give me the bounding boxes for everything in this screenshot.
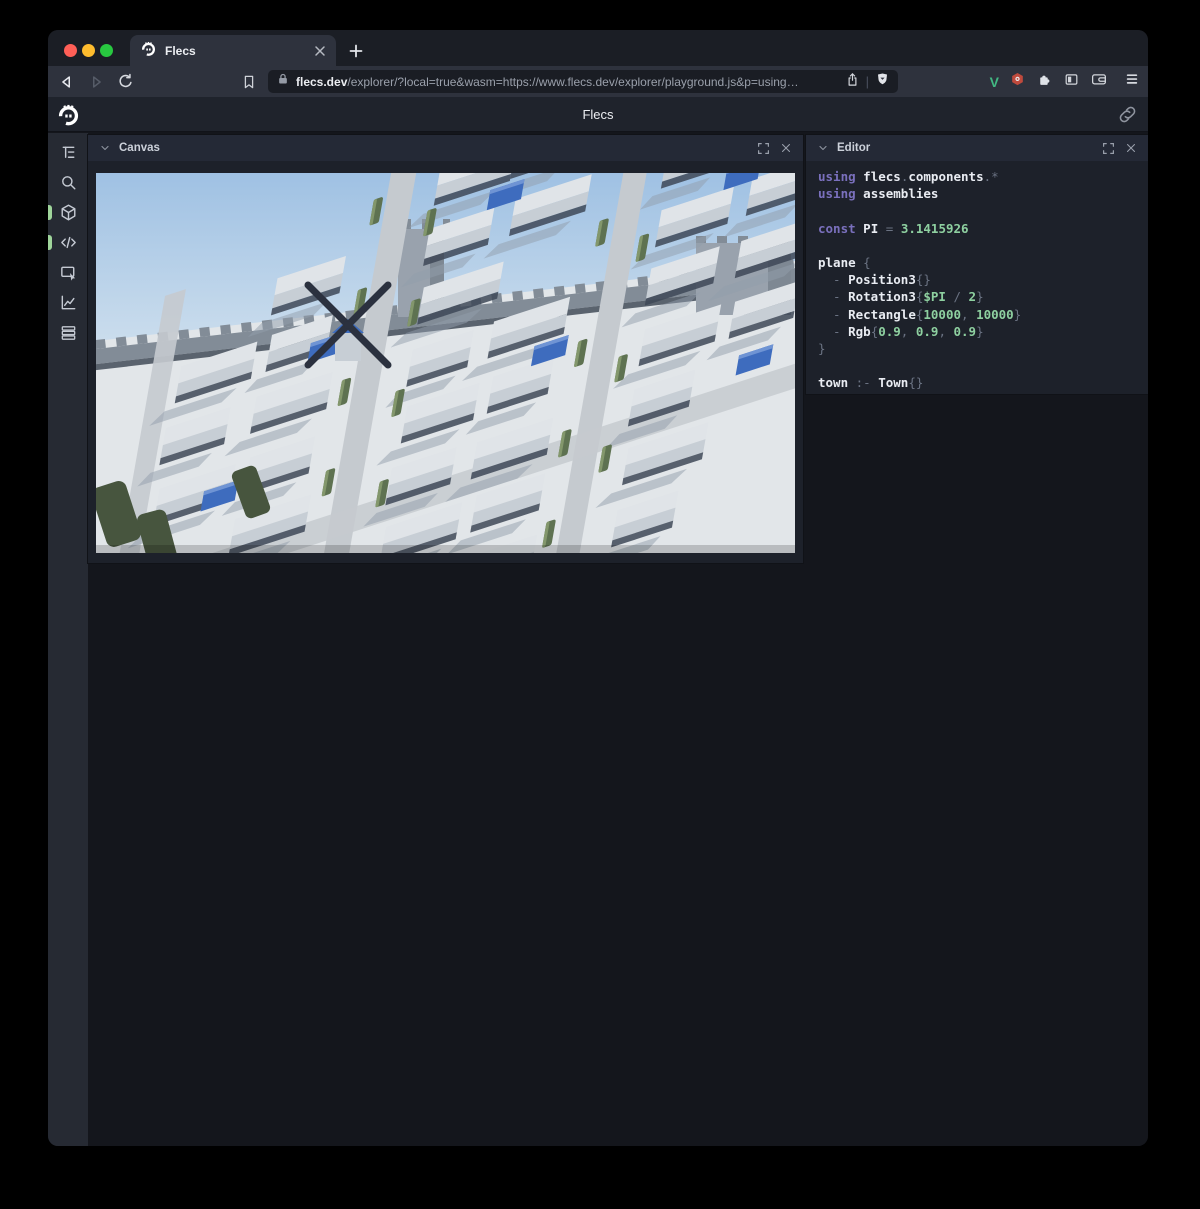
sidebar: [48, 133, 88, 1146]
menu-icon[interactable]: [1124, 71, 1140, 92]
forward-icon[interactable]: [83, 69, 109, 95]
url-bar[interactable]: flecs.dev/explorer/?local=true&wasm=http…: [268, 70, 898, 93]
browser-window: Flecs flecs.dev/explorer/?local=true&was…: [48, 30, 1148, 1146]
extensions-puzzle-icon[interactable]: [1036, 71, 1053, 93]
app-body: Canvas: [48, 133, 1148, 1146]
canvas-panel: Canvas: [88, 135, 803, 563]
sidebar-item-inspect[interactable]: [57, 261, 79, 283]
sidebar-item-tables[interactable]: [57, 321, 79, 343]
url-text: flecs.dev/explorer/?local=true&wasm=http…: [296, 75, 839, 89]
minimize-window-button[interactable]: [82, 44, 95, 57]
url-path: /explorer/?local=true&wasm=https://www.f…: [347, 75, 798, 89]
wallet-icon[interactable]: [1090, 70, 1108, 93]
canvas-panel-header: Canvas: [88, 135, 803, 161]
browser-tab[interactable]: Flecs: [130, 35, 336, 66]
3d-canvas-viewport[interactable]: [96, 173, 795, 553]
close-window-button[interactable]: [64, 44, 77, 57]
code-editor[interactable]: using flecs.components.*using assemblies…: [806, 161, 1148, 394]
app-header: Flecs: [48, 97, 1148, 132]
sidebar-item-tree-view[interactable]: [57, 141, 79, 163]
tab-favicon-flecs-logo: [140, 40, 157, 62]
active-indicator-code: [48, 235, 52, 250]
url-domain: flecs.dev: [296, 75, 347, 89]
zoom-window-button[interactable]: [100, 44, 113, 57]
lock-icon: [276, 72, 290, 91]
fullscreen-icon[interactable]: [1099, 139, 1117, 157]
toolbar-extensions: V: [990, 66, 1140, 97]
active-indicator-scene: [48, 205, 52, 220]
sidebar-item-scene-cube[interactable]: [57, 201, 79, 223]
chevron-down-icon[interactable]: [96, 139, 114, 157]
extension-badge-icon[interactable]: [1009, 71, 1026, 93]
browser-nav-bar: flecs.dev/explorer/?local=true&wasm=http…: [48, 66, 1148, 97]
tab-title: Flecs: [165, 44, 306, 58]
vue-devtools-icon[interactable]: V: [990, 74, 999, 90]
sidebar-item-code[interactable]: [57, 231, 79, 253]
reload-icon[interactable]: [112, 69, 138, 95]
chevron-down-icon[interactable]: [814, 139, 832, 157]
sidebar-item-search[interactable]: [57, 171, 79, 193]
page-title: Flecs: [48, 107, 1148, 122]
editor-panel: Editor using flecs.components.*using ass…: [806, 135, 1148, 394]
close-icon[interactable]: [1122, 139, 1140, 157]
fullscreen-icon[interactable]: [754, 139, 772, 157]
share-icon[interactable]: [845, 72, 860, 92]
sidebar-item-stats-chart[interactable]: [57, 291, 79, 313]
editor-panel-title: Editor: [837, 142, 1094, 154]
link-icon[interactable]: [1117, 104, 1138, 130]
brave-shield-icon[interactable]: [875, 72, 890, 92]
flecs-logo: [56, 102, 81, 132]
url-separator: |: [866, 74, 869, 89]
editor-panel-header: Editor: [806, 135, 1148, 161]
back-icon[interactable]: [54, 69, 80, 95]
sidebar-toggle-icon[interactable]: [1063, 71, 1080, 93]
close-icon[interactable]: [777, 139, 795, 157]
tab-close-icon[interactable]: [314, 45, 326, 57]
bookmark-icon[interactable]: [236, 69, 262, 95]
browser-tab-bar: Flecs: [48, 30, 1148, 66]
new-tab-button[interactable]: [344, 39, 368, 63]
canvas-panel-title: Canvas: [119, 142, 749, 154]
